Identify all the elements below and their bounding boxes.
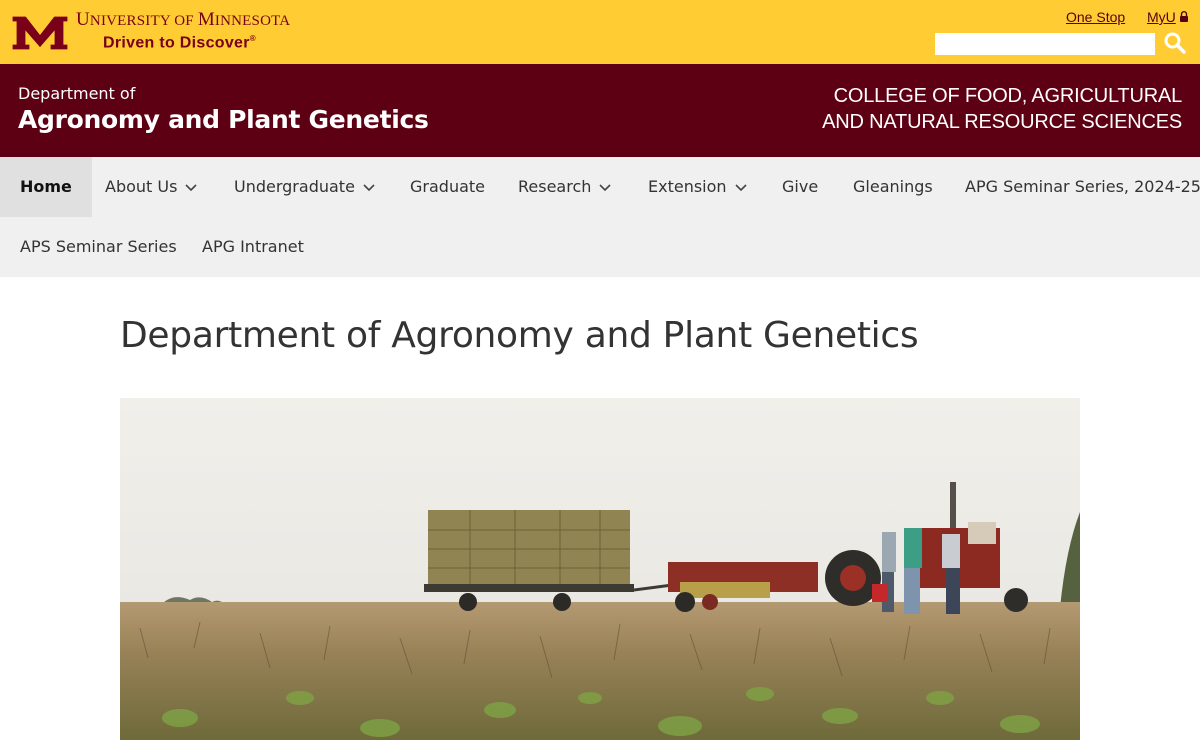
university-header: UNIVERSITY OF MINNESOTA Driven to Discov…	[0, 0, 1200, 64]
search-input[interactable]	[935, 33, 1155, 55]
nav-item-apg-seminar-series[interactable]: APG Seminar Series, 2024-25	[965, 157, 1200, 217]
nav-item-undergraduate[interactable]: Undergraduate	[234, 157, 375, 217]
department-banner: Department of Agronomy and Plant Genetic…	[0, 64, 1200, 157]
nav-item-gleanings[interactable]: Gleanings	[853, 157, 933, 217]
page-title: Department of Agronomy and Plant Genetic…	[120, 315, 919, 356]
nav-item-home[interactable]: Home	[0, 157, 92, 217]
chevron-down-icon	[185, 183, 198, 191]
myu-link[interactable]: MyU	[1147, 9, 1176, 25]
department-name[interactable]: Agronomy and Plant Genetics	[18, 105, 429, 134]
college-name[interactable]: COLLEGE OF FOOD, AGRICULTURAL AND NATURA…	[802, 83, 1182, 135]
university-wordmark[interactable]: UNIVERSITY OF MINNESOTA	[76, 9, 290, 31]
hero-image	[120, 398, 1080, 740]
field	[120, 602, 1080, 740]
chevron-down-icon	[363, 183, 375, 191]
main-navigation: Home About Us Undergraduate Graduate Res…	[0, 157, 1200, 277]
tagline: Driven to Discover®	[103, 34, 256, 52]
nav-item-apg-intranet[interactable]: APG Intranet	[202, 217, 304, 277]
one-stop-link[interactable]: One Stop	[1066, 9, 1125, 25]
university-m-logo[interactable]	[10, 14, 70, 52]
nav-item-extension[interactable]: Extension	[648, 157, 747, 217]
farmers	[872, 528, 960, 614]
lock-icon	[1180, 11, 1188, 22]
department-prefix[interactable]: Department of	[18, 84, 135, 103]
nav-item-research[interactable]: Research	[518, 157, 611, 217]
nav-item-give[interactable]: Give	[782, 157, 818, 217]
chevron-down-icon	[734, 183, 747, 191]
search-button[interactable]	[1161, 31, 1189, 57]
chevron-down-icon	[599, 183, 611, 191]
search-icon	[1164, 32, 1186, 54]
nav-item-about-us[interactable]: About Us	[105, 157, 198, 217]
hero-field-scene	[120, 398, 1080, 740]
nav-item-graduate[interactable]: Graduate	[410, 157, 485, 217]
nav-item-aps-seminar-series[interactable]: APS Seminar Series	[20, 217, 177, 277]
